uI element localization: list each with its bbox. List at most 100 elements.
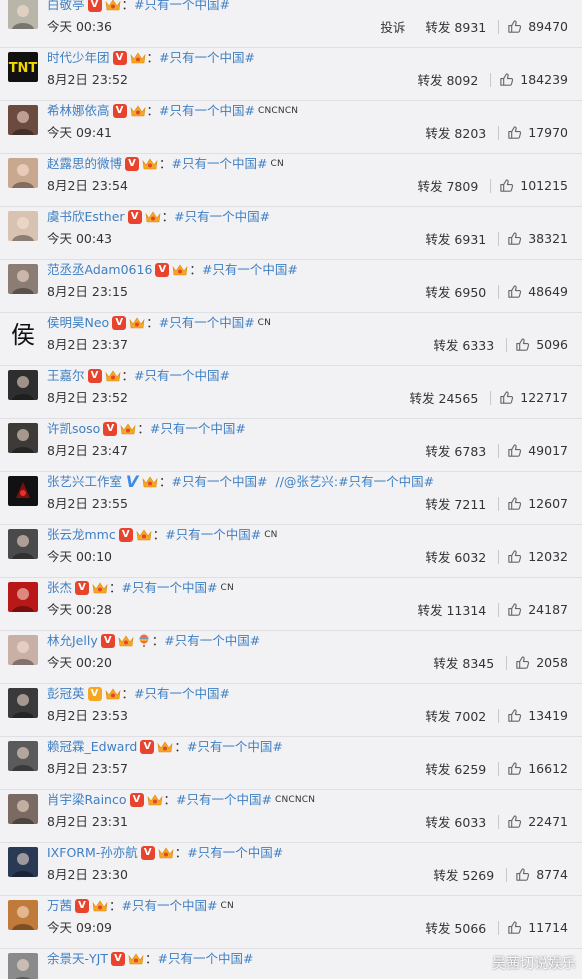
avatar[interactable]: TNT [8,52,38,82]
user-name-link[interactable]: 赖冠霖_Edward [47,739,137,755]
user-name-link[interactable]: 林允Jelly [47,633,98,649]
forward-button[interactable]: 转发 7211 [425,494,486,513]
comment-actions: 转发 6950 48649 [425,282,568,301]
user-name-link[interactable]: 范丞丞Adam0616 [47,262,152,278]
avatar[interactable] [8,582,38,612]
user-name-link[interactable]: 许凯soso [47,421,100,437]
hashtag-link[interactable]: #只有一个中国# [134,368,230,384]
like-button[interactable]: 12607 [507,496,568,511]
user-name-link[interactable]: 希林娜依高 [47,103,110,119]
avatar[interactable] [8,370,38,400]
like-button[interactable]: 89470 [507,19,568,34]
hashtag-link[interactable]: #只有一个中国# [150,421,246,437]
forward-button[interactable]: 转发 6950 [425,282,486,301]
hashtag-link[interactable]: #只有一个中国# [165,527,261,543]
forward-button[interactable]: 转发 6033 [425,812,486,831]
forward-button[interactable]: 转发 8092 [417,70,478,89]
forward-button[interactable]: 转发 24565 [410,388,479,407]
like-button[interactable]: 17970 [507,125,568,140]
like-button[interactable]: 16612 [507,761,568,776]
user-name-link[interactable]: 张云龙mmc [47,527,116,543]
user-name-link[interactable]: 彭冠英 [47,686,85,702]
forward-button[interactable]: 转发 6783 [425,441,486,460]
vip-crown-icon [92,899,108,913]
hashtag-link[interactable]: #只有一个中国# [159,103,255,119]
avatar[interactable] [8,688,38,718]
avatar[interactable] [8,264,38,294]
forward-button[interactable]: 转发 5066 [425,918,486,937]
hashtag-link[interactable]: #只有一个中国# [159,315,255,331]
forward-count: 7211 [454,497,487,512]
avatar[interactable] [8,529,38,559]
user-name-link[interactable]: 张艺兴工作室 [47,474,122,490]
hashtag-link[interactable]: #只有一个中国# [122,580,218,596]
avatar[interactable] [8,423,38,453]
avatar[interactable] [8,741,38,771]
user-name-link[interactable]: 时代少年团 [47,50,110,66]
like-button[interactable]: 11714 [507,920,568,935]
hashtag-link[interactable]: #只有一个中国# [202,262,298,278]
forward-button[interactable]: 转发 8931 [425,17,486,36]
forward-button[interactable]: 转发 8203 [425,123,486,142]
hashtag-link[interactable]: #只有一个中国# [134,686,230,702]
forward-button[interactable]: 转发 7002 [425,706,486,725]
forward-button[interactable]: 转发 7809 [417,176,478,195]
like-button[interactable]: 22471 [507,814,568,829]
like-button[interactable]: 5096 [515,337,568,352]
hashtag-link[interactable]: #只有一个中国# [134,0,230,13]
like-button[interactable]: 122717 [499,390,568,405]
avatar[interactable] [8,953,38,979]
avatar[interactable] [8,794,38,824]
forward-button[interactable]: 转发 11314 [417,600,486,619]
hashtag-link[interactable]: #只有一个中国# [172,156,268,172]
user-name-link[interactable]: 余景天-YJT [47,951,108,967]
like-button[interactable]: 184239 [499,72,568,87]
like-button[interactable]: 8774 [515,867,568,882]
hashtag-link[interactable]: #只有一个中国# [159,50,255,66]
user-name-link[interactable]: 赵露思的微博 [47,156,122,172]
hashtag-link[interactable]: #只有一个中国# [176,792,272,808]
like-button[interactable]: 38321 [507,231,568,246]
user-name-link[interactable]: 张杰 [47,580,72,596]
avatar[interactable] [8,900,38,930]
avatar[interactable] [8,847,38,877]
avatar[interactable] [8,0,38,29]
hashtag-link[interactable]: #只有一个中国# [172,474,268,490]
hashtag-link[interactable]: #只有一个中国# [157,951,253,967]
forward-button[interactable]: 转发 5269 [433,865,494,884]
forward-button[interactable]: 转发 6931 [425,229,486,248]
forward-button[interactable]: 转发 8345 [433,653,494,672]
user-name-link[interactable]: 万茜 [47,898,72,914]
avatar[interactable] [8,635,38,665]
like-button[interactable]: 13419 [507,708,568,723]
forward-button[interactable]: 转发 6259 [425,759,486,778]
repost-chain-link[interactable]: //@张艺兴:#只有一个中国# [275,474,434,490]
avatar[interactable] [8,105,38,135]
avatar[interactable] [8,158,38,188]
like-button[interactable]: 24187 [507,602,568,617]
like-button[interactable]: 48649 [507,284,568,299]
user-name-link[interactable]: 白敬亭 [47,0,85,13]
hashtag-link[interactable]: #只有一个中国# [187,739,283,755]
forward-button[interactable]: 转发 6032 [425,547,486,566]
like-button[interactable]: 101215 [499,178,568,193]
hashtag-link[interactable]: #只有一个中国# [164,633,260,649]
user-name-link[interactable]: IXFORM-孙亦航 [47,845,138,861]
like-button[interactable]: 12032 [507,549,568,564]
like-button[interactable]: 2058 [515,655,568,670]
user-name-link[interactable]: 王嘉尔 [47,368,85,384]
avatar[interactable] [8,211,38,241]
hashtag-link[interactable]: #只有一个中国# [174,209,270,225]
forward-button[interactable]: 转发 6333 [433,335,494,354]
avatar[interactable]: 侯 [8,317,38,347]
user-name-link[interactable]: 虞书欣Esther [47,209,125,225]
avatar[interactable] [8,476,38,506]
hashtag-link[interactable]: #只有一个中国# [122,898,218,914]
timestamp: 8月2日 23:57 [47,761,128,776]
like-button[interactable]: 49017 [507,443,568,458]
like-count: 5096 [536,337,568,352]
hashtag-link[interactable]: #只有一个中国# [187,845,283,861]
user-name-link[interactable]: 肖宇梁Rainco [47,792,127,808]
user-name-link[interactable]: 侯明昊Neo [47,315,109,331]
report-button[interactable]: 投诉 [380,17,405,36]
